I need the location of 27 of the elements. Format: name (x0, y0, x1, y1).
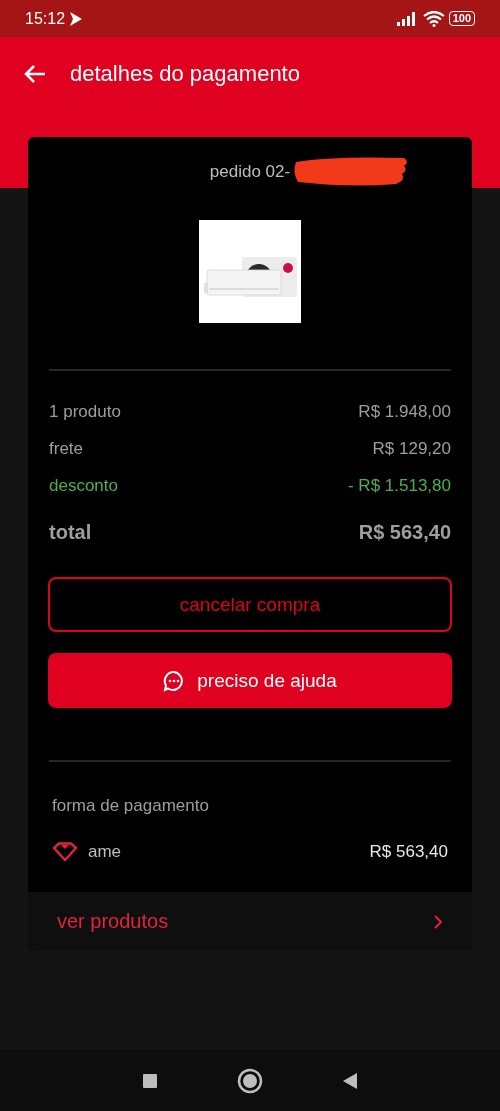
summary-label: frete (49, 438, 84, 459)
payment-method: ame (88, 842, 122, 862)
summary-label: desconto (49, 475, 118, 496)
cancel-purchase-button[interactable]: cancelar compra (48, 577, 452, 632)
back-arrow-icon[interactable] (24, 63, 46, 84)
payment-heading: forma de pagamento (52, 796, 210, 816)
chat-bubble-icon (163, 669, 186, 692)
summary-value: R$ 563,40 (358, 521, 451, 544)
page-title: detalhes do pagamento (70, 60, 300, 87)
order-number: pedido 02- (209, 162, 291, 181)
recents-icon[interactable] (143, 1073, 157, 1088)
summary-value: R$ 1.948,00 (358, 401, 451, 422)
summary-label: total (49, 521, 92, 544)
status-time: 15:12 (25, 9, 66, 28)
heart-icon (52, 842, 78, 862)
summary-value: R$ 129,20 (372, 438, 451, 459)
chevron-right-icon (434, 914, 442, 929)
back-icon[interactable] (343, 1072, 357, 1089)
payment-amount: R$ 563,40 (369, 842, 448, 862)
home-icon[interactable] (237, 1067, 263, 1094)
view-products-link[interactable]: ver produtos (28, 892, 472, 951)
help-button[interactable]: preciso de ajuda (48, 653, 452, 708)
summary-value: - R$ 1.513,80 (348, 475, 451, 496)
play-icon (69, 10, 84, 27)
battery-level: 100 (448, 11, 475, 26)
wifi-icon (422, 10, 445, 27)
summary-label: 1 produto (49, 401, 121, 422)
